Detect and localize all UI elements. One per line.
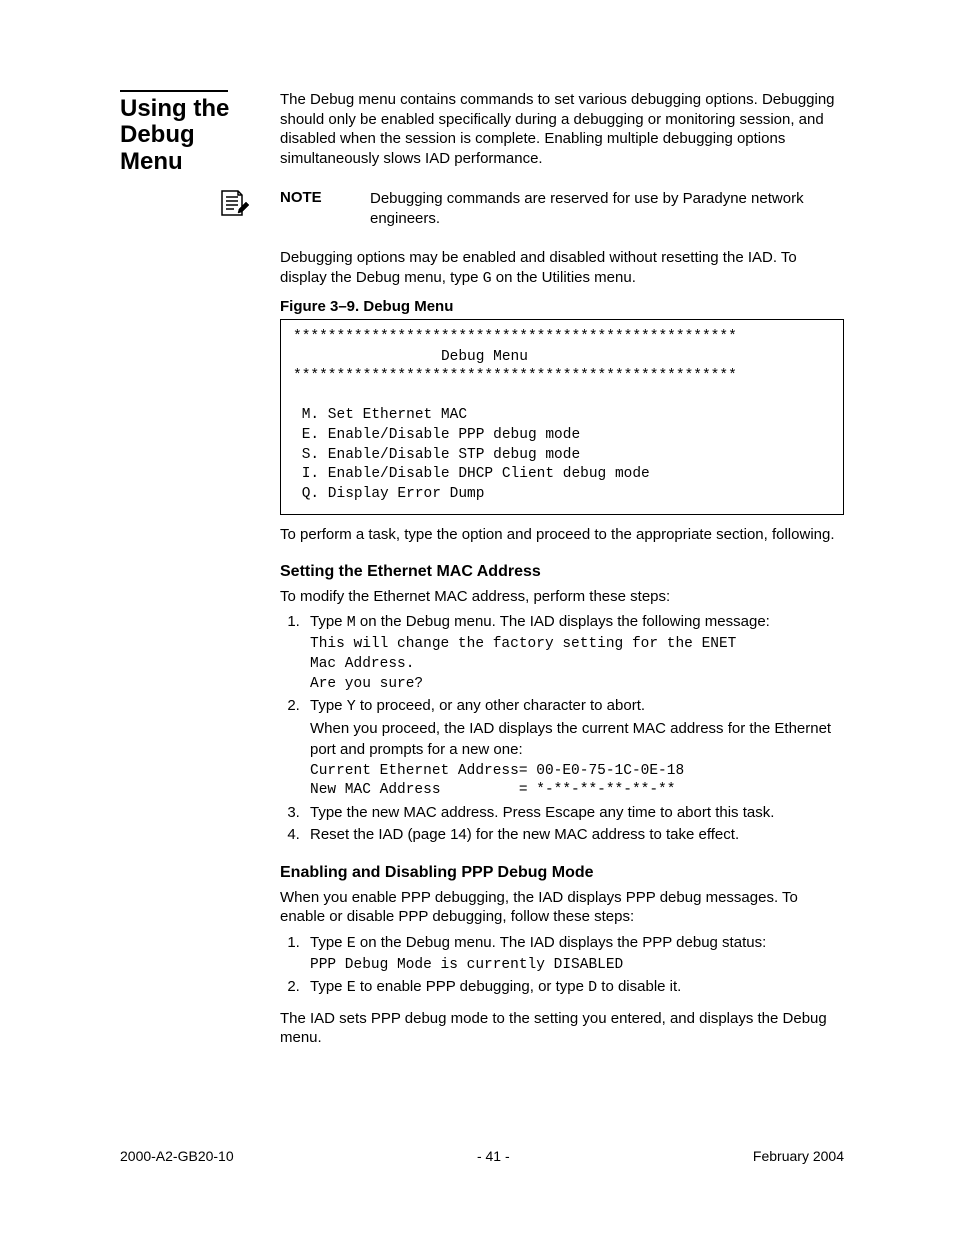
note-icon	[216, 187, 250, 221]
code-block: Current Ethernet Address= 00-E0-75-1C-0E…	[310, 762, 844, 801]
debug-menu-box: ****************************************…	[280, 319, 844, 515]
page-footer: 2000-A2-GB20-10 - 41 - February 2004	[120, 1148, 844, 1164]
note-label: NOTE	[280, 189, 370, 228]
code-block: PPP Debug Mode is currently DISABLED	[310, 956, 844, 976]
footer-left: 2000-A2-GB20-10	[120, 1148, 234, 1164]
ppp-steps: Type E on the Debug menu. The IAD displa…	[280, 933, 844, 999]
ppp-intro: When you enable PPP debugging, the IAD d…	[280, 888, 844, 927]
mac-intro: To modify the Ethernet MAC address, perf…	[280, 587, 844, 607]
section-title: Using the Debug Menu	[120, 96, 260, 175]
footer-center: - 41 -	[477, 1148, 510, 1164]
list-item: Type Y to proceed, or any other characte…	[304, 696, 844, 801]
list-item: Type M on the Debug menu. The IAD displa…	[304, 612, 844, 694]
figure-caption: Figure 3–9. Debug Menu	[280, 298, 844, 315]
list-item: Type the new MAC address. Press Escape a…	[304, 803, 844, 823]
code-block: This will change the factory setting for…	[310, 635, 844, 694]
after-menu-paragraph: To perform a task, type the option and p…	[280, 525, 844, 545]
note-text: Debugging commands are reserved for use …	[370, 189, 844, 228]
ppp-heading: Enabling and Disabling PPP Debug Mode	[280, 864, 844, 882]
mac-heading: Setting the Ethernet MAC Address	[280, 563, 844, 581]
mac-steps: Type M on the Debug menu. The IAD displa…	[280, 612, 844, 845]
list-item: Type E on the Debug menu. The IAD displa…	[304, 933, 844, 976]
post-note-paragraph: Debugging options may be enabled and dis…	[280, 248, 844, 288]
footer-right: February 2004	[753, 1148, 844, 1164]
ppp-outro: The IAD sets PPP debug mode to the setti…	[280, 1009, 844, 1048]
list-item: Type E to enable PPP debugging, or type …	[304, 977, 844, 998]
list-item: Reset the IAD (page 14) for the new MAC …	[304, 825, 844, 845]
intro-paragraph: The Debug menu contains commands to set …	[280, 90, 844, 168]
